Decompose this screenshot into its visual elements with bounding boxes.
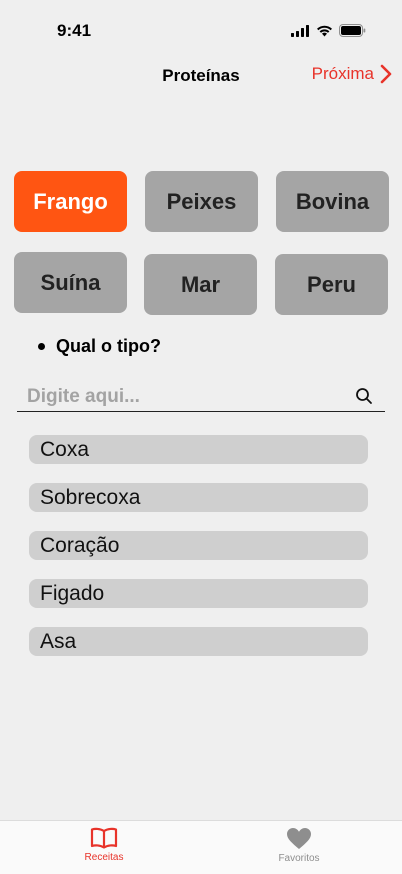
tab-receitas-label: Receitas (84, 852, 124, 863)
bullet (38, 343, 45, 350)
chip-mar[interactable]: Mar (144, 254, 257, 315)
cellular-signal-icon (291, 24, 309, 37)
search-field (17, 384, 385, 412)
tab-bar: Receitas Favoritos (0, 820, 402, 874)
question-heading: Qual o tipo? (38, 336, 161, 357)
next-button[interactable]: Próxima (312, 64, 392, 84)
list-item-coxa[interactable]: Coxa (29, 435, 368, 464)
next-button-label: Próxima (311, 64, 374, 83)
cut-list: Coxa Sobrecoxa Coração Figado Asa (29, 435, 368, 675)
battery-icon (339, 24, 366, 37)
wifi-icon (317, 25, 332, 36)
status-time: 9:41 (57, 21, 92, 40)
chip-peru[interactable]: Peru (275, 254, 388, 315)
chip-frango[interactable]: Frango (14, 171, 127, 232)
status-icons (291, 24, 366, 37)
search-input[interactable] (27, 384, 347, 410)
list-item-sobrecoxa[interactable]: Sobrecoxa (29, 483, 368, 512)
book-icon (90, 827, 118, 849)
chip-peixes[interactable]: Peixes (145, 171, 258, 232)
chip-bovina[interactable]: Bovina (276, 171, 389, 232)
tab-favoritos[interactable]: Favoritos (249, 827, 349, 864)
status-bar: 9:41 (0, 0, 402, 54)
tab-receitas[interactable]: Receitas (54, 827, 154, 863)
tab-favoritos-label: Favoritos (278, 853, 320, 864)
chip-suina[interactable]: Suína (14, 252, 127, 313)
list-item-coracao[interactable]: Coração (29, 531, 368, 560)
list-item-figado[interactable]: Figado (29, 579, 368, 608)
search-icon[interactable] (355, 387, 373, 405)
list-item-asa[interactable]: Asa (29, 627, 368, 656)
heart-icon (287, 828, 311, 849)
chevron-right-icon (380, 64, 392, 84)
question-text: Qual o tipo? (56, 336, 161, 356)
